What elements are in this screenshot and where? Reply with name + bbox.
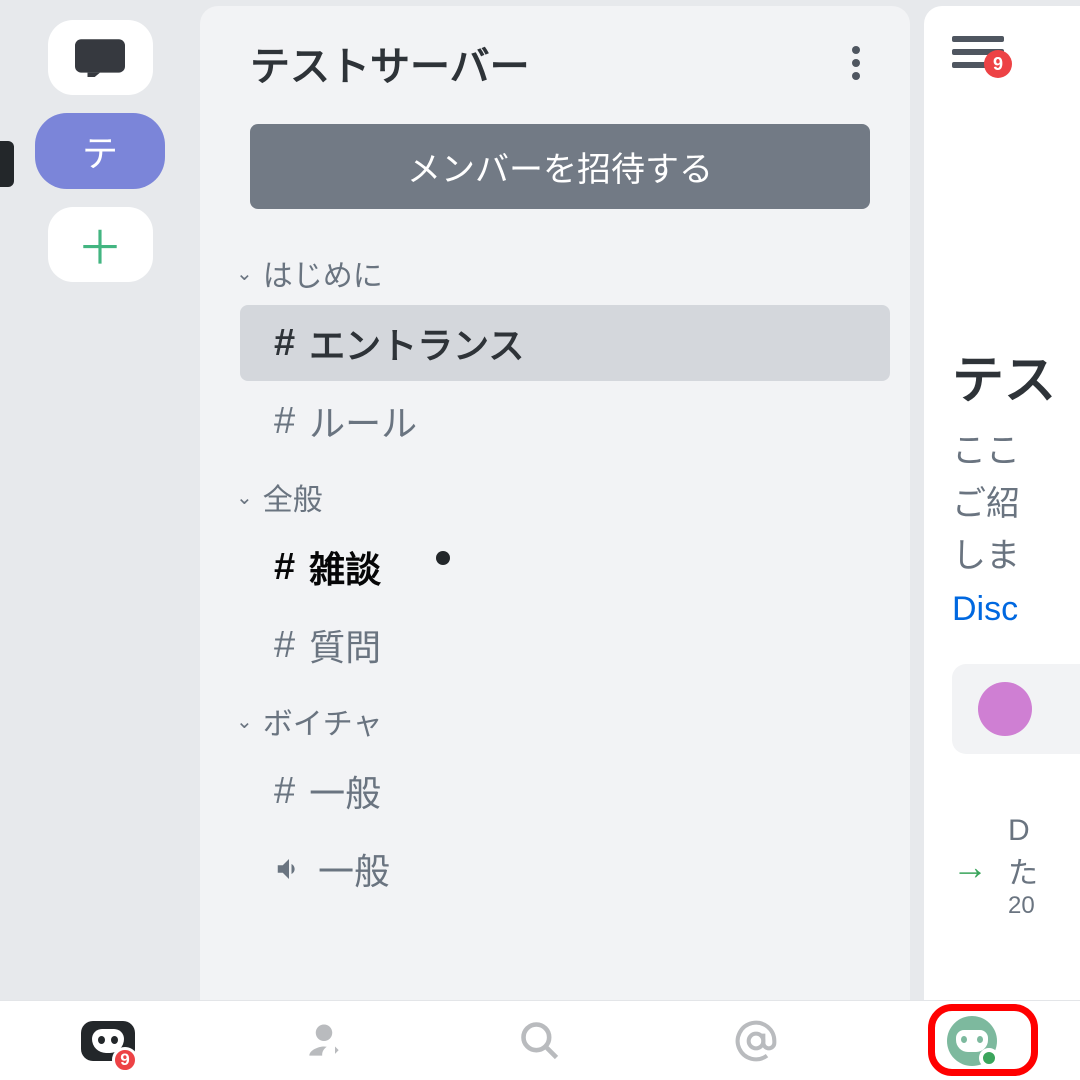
welcome-card[interactable]	[952, 664, 1080, 754]
hash-icon: #	[274, 624, 295, 667]
hash-icon: #	[274, 400, 295, 443]
dm-button[interactable]	[48, 20, 153, 95]
channel-name: 一般	[309, 765, 381, 817]
person-wave-icon	[302, 1019, 346, 1063]
chevron-down-icon: ⌄	[236, 709, 253, 734]
nav-badge: 9	[112, 1047, 138, 1073]
content-desc-line: ご紹	[952, 478, 1080, 531]
nav-home[interactable]: 9	[76, 1013, 140, 1069]
speaker-icon	[274, 854, 304, 884]
hash-icon: #	[274, 322, 295, 365]
at-icon	[734, 1019, 778, 1063]
content-title: テス	[952, 338, 1080, 413]
channel-name: ルール	[309, 395, 417, 447]
bottom-nav: 9	[0, 1000, 1080, 1080]
server-menu-button[interactable]	[842, 36, 870, 90]
channel-rules[interactable]: # ルール	[240, 383, 890, 459]
join-timestamp: 20	[1008, 892, 1038, 920]
category-name: はじめに	[263, 251, 383, 295]
hash-icon: #	[274, 546, 295, 589]
channel-name: 質問	[309, 619, 381, 671]
category-header[interactable]: ⌄ はじめに	[230, 243, 910, 303]
channel-general-text[interactable]: # 一般	[240, 753, 890, 829]
plus-icon: ＋	[77, 212, 123, 278]
chat-icon	[75, 39, 125, 77]
active-server-indicator	[0, 141, 14, 187]
channel-chat[interactable]: # 雑談	[240, 529, 890, 605]
content-link[interactable]: Disc	[952, 583, 1080, 636]
category: ⌄ はじめに # エントランス # ルール	[200, 237, 910, 459]
status-online-icon	[979, 1048, 999, 1068]
notification-badge: 9	[984, 50, 1012, 78]
nav-profile[interactable]	[940, 1013, 1004, 1069]
category-header[interactable]: ⌄ ボイチャ	[230, 691, 910, 751]
channel-name: 雑談	[309, 541, 381, 593]
category: ⌄ 全般 # 雑談 # 質問	[200, 461, 910, 683]
arrow-right-icon: →	[952, 846, 988, 888]
nav-mentions[interactable]	[724, 1013, 788, 1069]
channel-panel: テストサーバー メンバーを招待する ⌄ はじめに # エントランス # ルール …	[200, 6, 910, 1000]
invite-members-button[interactable]: メンバーを招待する	[250, 124, 870, 209]
content-desc-line: ここ	[952, 425, 1080, 478]
unread-indicator	[436, 551, 450, 565]
channel-name: 一般	[318, 843, 390, 895]
server-name: テストサーバー	[250, 34, 530, 92]
channel-entrance[interactable]: # エントランス	[240, 305, 890, 381]
nav-search[interactable]	[508, 1013, 572, 1069]
wave-icon	[978, 682, 1032, 736]
server-rail: テ ＋	[0, 0, 200, 1000]
join-text: D	[1008, 814, 1038, 848]
content-desc-line: しま	[952, 530, 1080, 583]
nav-friends[interactable]	[292, 1013, 356, 1069]
hamburger-menu-button[interactable]: 9	[952, 36, 1004, 68]
chevron-down-icon: ⌄	[236, 261, 253, 286]
hash-icon: #	[274, 770, 295, 813]
channel-questions[interactable]: # 質問	[240, 607, 890, 683]
search-icon	[518, 1019, 562, 1063]
category-header[interactable]: ⌄ 全般	[230, 467, 910, 527]
category-name: 全般	[263, 475, 323, 519]
add-server-button[interactable]: ＋	[48, 207, 153, 282]
channel-general-voice[interactable]: 一般	[240, 831, 890, 907]
content-panel: 9 テス ここ ご紹 しま Disc → D た 20	[924, 6, 1080, 1000]
server-icon-label: テ	[82, 125, 118, 177]
user-avatar	[947, 1016, 997, 1066]
channel-name: エントランス	[309, 317, 524, 369]
join-text: た	[1008, 848, 1038, 892]
category-name: ボイチャ	[263, 699, 383, 743]
server-icon-active[interactable]: テ	[35, 113, 165, 189]
category: ⌄ ボイチャ # 一般 一般	[200, 685, 910, 907]
chevron-down-icon: ⌄	[236, 485, 253, 510]
